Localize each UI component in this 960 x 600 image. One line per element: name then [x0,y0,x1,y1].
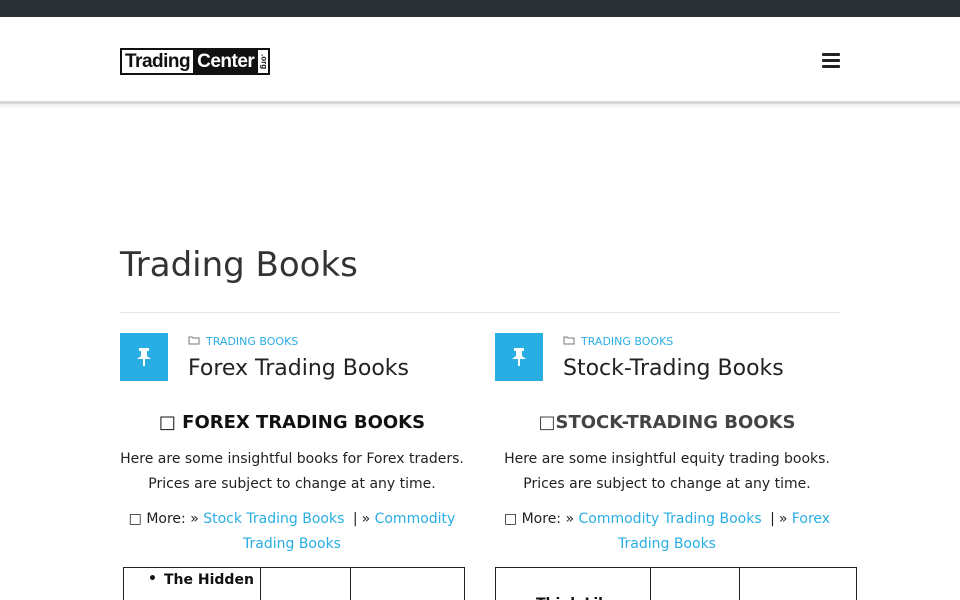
pin-icon [495,333,543,381]
link-stock-trading-books[interactable]: Stock Trading Books [203,511,344,527]
post-category-label[interactable]: TRADING BOOKS [206,335,298,348]
table-cell: The Hidden [123,567,261,600]
link2-prefix: » [361,511,371,527]
post-description: Here are some insightful equity trading … [504,451,830,492]
pin-icon [120,333,168,381]
title-divider [120,312,840,313]
list-item[interactable]: The Hidden [124,568,260,588]
link2-prefix: » [778,511,788,527]
logo-text-org: .org [258,50,269,73]
link-separator: | [352,511,358,527]
top-bar [0,0,960,17]
site-header: Trading Center .org [0,17,960,104]
table-cell [739,567,857,600]
logo-text-center: Center [193,50,259,73]
table-cell [349,567,465,600]
section-heading: □STOCK-TRADING BOOKS [538,412,796,433]
post-title[interactable]: Stock-Trading Books [563,356,784,381]
post-category[interactable]: TRADING BOOKS [188,335,298,348]
more-links: □ More: » Stock Trading Books |» Commodi… [120,507,464,557]
list-item[interactable]: Think Like [496,568,650,600]
more-prefix: □ More: » [503,511,575,527]
folder-icon [563,335,575,348]
folder-icon [188,335,200,348]
books-table: Think Like [495,567,857,600]
more-prefix: □ More: » [128,511,199,527]
link-commodity-trading-books[interactable]: Commodity Trading Books [579,511,762,527]
post-category[interactable]: TRADING BOOKS [563,335,673,348]
table-cell [259,567,351,600]
page-title: Trading Books [120,245,358,285]
post-category-label[interactable]: TRADING BOOKS [581,335,673,348]
table-cell [650,567,740,600]
table-cell: Think Like [495,567,651,600]
more-links: □ More: » Commodity Trading Books |» For… [495,507,839,557]
post-description: Here are some insightful books for Forex… [120,451,464,492]
site-logo[interactable]: Trading Center .org [120,48,271,75]
logo-text-trading: Trading [122,50,194,73]
post-title[interactable]: Forex Trading Books [188,356,409,381]
hamburger-icon[interactable] [822,53,840,69]
link-separator: | [770,511,775,527]
section-heading: □ FOREX TRADING BOOKS [158,412,426,433]
books-table: The Hidden [123,567,465,600]
